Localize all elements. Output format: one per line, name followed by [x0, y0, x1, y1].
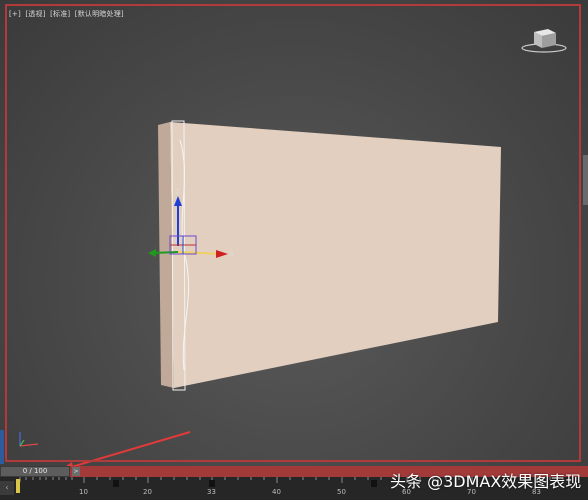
annotation-arrow: [66, 431, 191, 466]
tick-label: 40: [272, 488, 281, 496]
keyframe-marker[interactable]: [371, 480, 377, 487]
keyframe-marker[interactable]: [113, 480, 119, 487]
watermark: 头条 @3DMAX效果图表现: [390, 472, 582, 491]
tick-label: 50: [337, 488, 346, 496]
perspective-viewport[interactable]: [+] [透视] [标准] [默认明暗处理] Z X: [0, 0, 588, 466]
left-panel-edge: [0, 430, 4, 464]
right-panel-edge[interactable]: [583, 155, 588, 205]
next-frame-button[interactable]: >: [72, 467, 80, 476]
tick-label: 20: [143, 488, 152, 496]
scene-canvas[interactable]: Z X: [0, 0, 588, 466]
current-frame-marker: [16, 479, 20, 493]
tick-label: 10: [79, 488, 88, 496]
svg-text:Z: Z: [175, 188, 180, 196]
trackbar-expand-button[interactable]: ‹: [0, 481, 14, 495]
svg-text:X: X: [229, 250, 234, 258]
axis-tripod-icon: [19, 432, 39, 447]
tick-label: 33: [207, 488, 216, 496]
time-slider-thumb[interactable]: 0 / 100: [0, 466, 70, 477]
keyframe-marker[interactable]: [209, 480, 215, 487]
